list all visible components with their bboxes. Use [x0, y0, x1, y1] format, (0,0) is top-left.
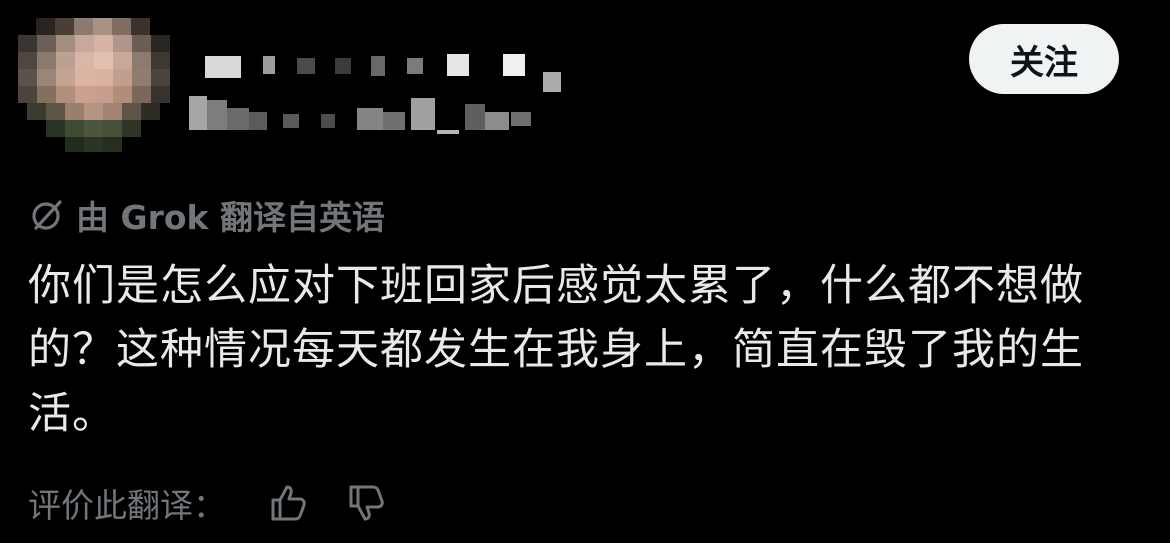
- translation-note: 由 Grok 翻译自英语: [30, 192, 385, 238]
- post-header: 关注: [0, 0, 1170, 160]
- thumbs-down-button[interactable]: [342, 478, 392, 528]
- blurred-name-icon[interactable]: [185, 52, 585, 142]
- rating-label: 评价此翻译：: [28, 486, 226, 525]
- translation-note-text: 由 Grok 翻译自英语: [76, 198, 385, 237]
- grok-slash-circle-icon: [32, 200, 62, 230]
- follow-button[interactable]: 关注: [969, 24, 1119, 94]
- thumbs-down-icon: [349, 485, 384, 521]
- avatar[interactable]: [18, 18, 170, 152]
- post-text: 你们是怎么应对下班回家后感觉太累了，什么都不想做的？这种情况每天都发生在我身上，…: [28, 261, 1084, 439]
- thumbs-up-icon: [271, 485, 306, 521]
- translation-rating: 评价此翻译：: [28, 478, 420, 528]
- thumbs-up-button[interactable]: [264, 478, 314, 528]
